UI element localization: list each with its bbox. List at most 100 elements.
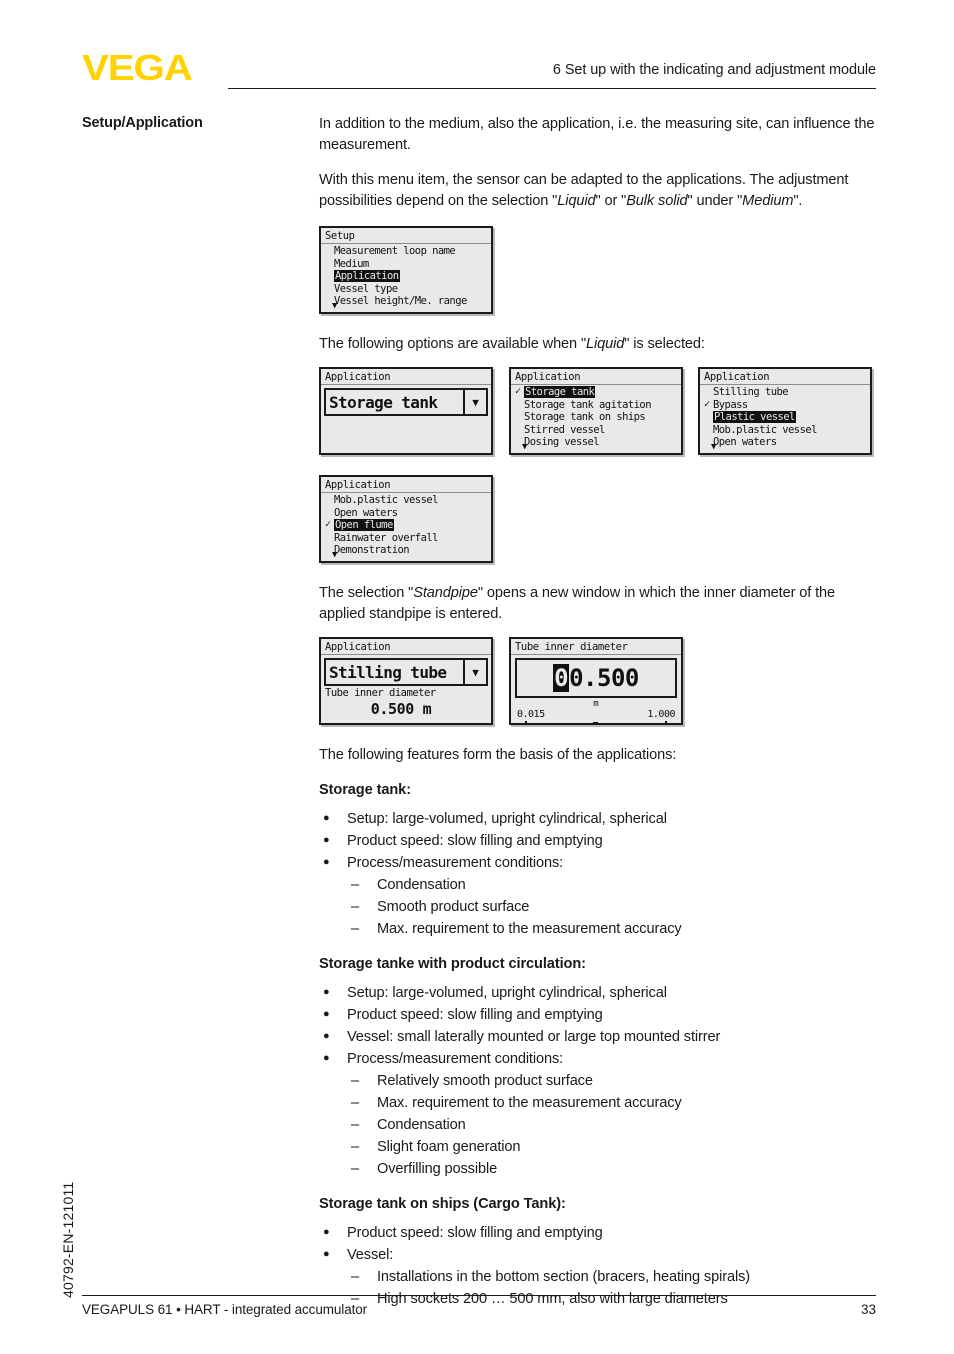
digits-rest: 0.500	[569, 664, 639, 692]
list-item-selected[interactable]: ✓ Storage tank	[515, 386, 681, 399]
list-item: Product speed: slow filling and emptying	[319, 1003, 879, 1026]
list-item[interactable]: Rainwater overfall	[325, 532, 491, 545]
scroll-down-arrow-icon[interactable]: ▼	[522, 443, 527, 452]
lcd-row-application-options: Application Storage tank ▼ Application ✓…	[319, 367, 879, 461]
list-item-selected[interactable]: ✓ Open flume	[325, 519, 491, 532]
scroll-down-arrow-icon[interactable]: ▼	[332, 302, 337, 311]
list-item: Setup: large-volumed, upright cylindrica…	[319, 807, 879, 830]
lcd-row-stilling-tube: Application Stilling tube ▼ Tube inner d…	[319, 637, 879, 731]
feature-list: Setup: large-volumed, upright cylindrica…	[319, 981, 879, 1180]
lcd-application-list-3[interactable]: Application Mob.plastic vessel Open wate…	[319, 475, 493, 563]
sub-list-item: Max. requirement to the measurement accu…	[347, 1092, 879, 1114]
paragraph-menu-item: With this menu item, the sensor can be a…	[319, 170, 879, 212]
p2-part-c: " under "	[687, 193, 743, 209]
scale-tick-start	[525, 721, 527, 723]
list-item[interactable]: Stilling tube	[704, 386, 870, 399]
lcd-item-label: Storage tank	[524, 386, 596, 398]
scale-position-marker[interactable]	[593, 722, 599, 723]
sub-list-item: Overfilling possible	[347, 1158, 879, 1180]
footer-divider	[82, 1295, 876, 1297]
bullet-text: Vessel:	[347, 1247, 394, 1263]
list-item[interactable]: Demonstration	[325, 544, 491, 557]
list-item-selected[interactable]: Application	[325, 270, 491, 283]
p3-italic-liquid: Liquid	[586, 336, 625, 352]
lcd-item-label: Vessel height/Me. range	[334, 295, 467, 308]
lcd-item-list: ✓ Storage tank Storage tank agitation Sto…	[511, 385, 681, 449]
bullet-text: Product speed: slow filling and emptying	[347, 1225, 603, 1241]
lcd-title: Application	[511, 369, 681, 385]
lcd-item-label: Vessel type	[334, 282, 398, 295]
lcd-application-list-2[interactable]: Application Stilling tube ✓ Bypass Plasti…	[698, 367, 872, 455]
bullet-text: Vessel: small laterally mounted or large…	[347, 1029, 721, 1045]
scroll-down-arrow-icon[interactable]: ▼	[332, 551, 337, 560]
list-item: Process/measurement conditions: Relative…	[319, 1047, 879, 1180]
lcd-item-label: Bypass	[713, 398, 748, 411]
lcd-row-setup: Setup Measurement loop name Medium Appli…	[319, 226, 879, 320]
list-item[interactable]: Dosing vessel	[515, 436, 681, 449]
list-item: Setup: large-volumed, upright cylindrica…	[319, 981, 879, 1004]
lcd-title: Setup	[321, 228, 491, 244]
sub-list-item: Installations in the bottom section (bra…	[347, 1266, 879, 1288]
lcd-item-label: Mob.plastic vessel	[334, 494, 438, 506]
section-heading: Storage tank:	[319, 782, 411, 798]
lcd-scale-slider[interactable]	[525, 721, 667, 725]
chevron-down-icon[interactable]: ▼	[463, 390, 486, 414]
lcd-item-list: Mob.plastic vessel Open waters ✓ Open flu…	[321, 493, 491, 557]
header-divider	[228, 88, 876, 90]
feature-list: Product speed: slow filling and emptying…	[319, 1221, 879, 1310]
lcd-item-label: Stilling tube	[713, 386, 789, 398]
lcd-number-field[interactable]: 00.500	[515, 658, 677, 698]
list-item[interactable]: Vessel height/Me. range	[325, 295, 491, 308]
p2-italic-bulk-solid: Bulk solid	[626, 193, 688, 209]
lcd-item-label: Dosing vessel	[524, 436, 600, 449]
lcd-item-label: Storage tank on ships	[524, 411, 646, 424]
lcd-item-list: Measurement loop name Medium Application…	[321, 244, 491, 308]
lcd-item-label: Open waters	[713, 436, 777, 449]
list-item[interactable]: Mob.plastic vessel	[704, 424, 870, 437]
list-item[interactable]: Open waters	[704, 436, 870, 449]
lcd-number-value: 00.500	[553, 664, 639, 692]
check-icon: ✓	[515, 386, 521, 397]
lcd-item-list: Stilling tube ✓ Bypass Plastic vessel Mob…	[700, 385, 870, 449]
scroll-down-arrow-icon[interactable]: ▼	[711, 443, 716, 452]
lcd-setup-menu[interactable]: Setup Measurement loop name Medium Appli…	[319, 226, 493, 314]
chapter-title: 6 Set up with the indicating and adjustm…	[552, 62, 876, 78]
list-item[interactable]: Stirred vessel	[515, 424, 681, 437]
lcd-application-list-1[interactable]: Application ✓ Storage tank Storage tank a…	[509, 367, 683, 455]
list-item[interactable]: Medium	[325, 258, 491, 271]
lcd-dropdown[interactable]: Stilling tube ▼	[324, 658, 488, 686]
list-item: Product speed: slow filling and emptying	[319, 829, 879, 852]
lcd-row-application-options-2: Application Mob.plastic vessel Open wate…	[319, 475, 879, 569]
list-item-checked[interactable]: ✓ Bypass	[704, 399, 870, 412]
list-item[interactable]: Storage tank on ships	[515, 411, 681, 424]
feature-list: Setup: large-volumed, upright cylindrica…	[319, 807, 879, 940]
lcd-tube-diameter-editor[interactable]: Tube inner diameter 00.500 m 0.015 1.000	[509, 637, 683, 725]
section-heading: Storage tanke with product circulation:	[319, 956, 586, 972]
list-item-selected[interactable]: Plastic vessel	[704, 411, 870, 424]
section-heading: Storage tank on ships (Cargo Tank):	[319, 1196, 566, 1212]
digit-cursor[interactable]: 0	[553, 664, 570, 692]
lcd-application-combo[interactable]: Application Storage tank ▼	[319, 367, 493, 455]
lcd-title: Application	[321, 639, 491, 655]
range-min-label: 0.015	[517, 709, 545, 720]
bullet-text: Setup: large-volumed, upright cylindrica…	[347, 811, 667, 827]
list-item: Product speed: slow filling and emptying	[319, 1221, 879, 1244]
list-item[interactable]: Mob.plastic vessel	[325, 494, 491, 507]
scale-tick-mid-1	[572, 724, 574, 725]
lcd-stilling-tube[interactable]: Application Stilling tube ▼ Tube inner d…	[319, 637, 493, 725]
sub-list-item: Condensation	[347, 1114, 879, 1136]
p4-part-a: The selection "	[319, 585, 414, 601]
list-item[interactable]: Measurement loop name	[325, 245, 491, 258]
margin-label: Setup/Application	[82, 115, 203, 131]
lcd-unit-label: m	[593, 699, 599, 709]
sub-list: Relatively smooth product surface Max. r…	[347, 1070, 879, 1180]
p2-italic-liquid: Liquid	[557, 193, 596, 209]
lcd-dropdown[interactable]: Storage tank ▼	[324, 388, 488, 416]
list-item[interactable]: Open waters	[325, 507, 491, 520]
chevron-down-icon[interactable]: ▼	[463, 660, 486, 684]
list-item[interactable]: Storage tank agitation	[515, 399, 681, 412]
list-item[interactable]: Vessel type	[325, 283, 491, 296]
vega-logo: VEGA	[82, 47, 193, 88]
lcd-item-label: Measurement loop name	[334, 245, 456, 257]
paragraph-intro: In addition to the medium, also the appl…	[319, 116, 875, 153]
